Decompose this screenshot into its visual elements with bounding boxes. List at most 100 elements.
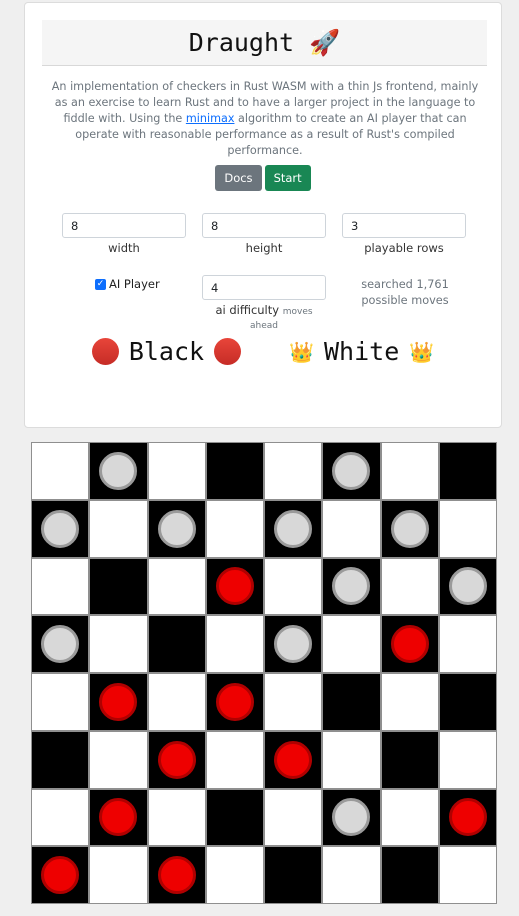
board-cell-r1-c5[interactable] bbox=[322, 499, 381, 558]
board-cell-r2-c6[interactable] bbox=[380, 557, 439, 616]
width-input[interactable] bbox=[62, 213, 186, 238]
red-piece[interactable] bbox=[215, 567, 254, 606]
board-cell-r5-c1[interactable] bbox=[89, 730, 148, 789]
board-cell-r7-c2[interactable] bbox=[147, 846, 206, 904]
red-piece[interactable] bbox=[215, 682, 254, 721]
red-piece[interactable] bbox=[157, 740, 196, 779]
board-cell-r0-c5[interactable] bbox=[322, 442, 381, 500]
board-cell-r0-c0[interactable] bbox=[31, 442, 90, 500]
board-cell-r2-c3[interactable] bbox=[205, 557, 264, 616]
red-piece[interactable] bbox=[390, 625, 429, 664]
board-cell-r0-c1[interactable] bbox=[89, 442, 148, 500]
board-cell-r1-c0[interactable] bbox=[31, 499, 90, 558]
ai-difficulty-input[interactable] bbox=[202, 275, 326, 300]
board-cell-r3-c2[interactable] bbox=[147, 615, 206, 673]
white-piece[interactable] bbox=[157, 509, 196, 548]
board-cell-r3-c1[interactable] bbox=[89, 615, 148, 673]
board-cell-r7-c5[interactable] bbox=[322, 846, 381, 904]
crown-icon: 👑 bbox=[289, 339, 314, 364]
start-button[interactable]: Start bbox=[264, 165, 311, 191]
board-cell-r7-c6[interactable] bbox=[380, 846, 439, 904]
board-cell-r3-c0[interactable] bbox=[31, 615, 90, 673]
board-cell-r4-c3[interactable] bbox=[205, 673, 264, 731]
board-cell-r1-c3[interactable] bbox=[205, 499, 264, 558]
board-cell-r2-c1[interactable] bbox=[89, 557, 148, 616]
board-cell-r6-c2[interactable] bbox=[147, 788, 206, 847]
docs-button[interactable]: Docs bbox=[215, 165, 262, 191]
board-cell-r5-c6[interactable] bbox=[380, 730, 439, 789]
board-cell-r4-c0[interactable] bbox=[31, 673, 90, 731]
checkbox-checked-icon[interactable]: ✓ bbox=[95, 278, 106, 290]
white-piece[interactable] bbox=[332, 798, 371, 837]
board-cell-r7-c0[interactable] bbox=[31, 846, 90, 904]
board-cell-r2-c4[interactable] bbox=[264, 557, 323, 616]
board-cell-r5-c4[interactable] bbox=[264, 730, 323, 789]
board-cell-r7-c7[interactable] bbox=[438, 846, 497, 904]
board-cell-r2-c0[interactable] bbox=[31, 557, 90, 616]
white-piece[interactable] bbox=[390, 509, 429, 548]
board-cell-r4-c5[interactable] bbox=[322, 673, 381, 731]
minimax-link[interactable]: minimax bbox=[186, 112, 235, 125]
board-cell-r7-c3[interactable] bbox=[205, 846, 264, 904]
board-cell-r1-c1[interactable] bbox=[89, 499, 148, 558]
board-cell-r7-c4[interactable] bbox=[264, 846, 323, 904]
board-cell-r0-c7[interactable] bbox=[438, 442, 497, 500]
page-title: Draught 🚀 bbox=[188, 27, 341, 57]
board-cell-r6-c0[interactable] bbox=[31, 788, 90, 847]
board-cell-r7-c1[interactable] bbox=[89, 846, 148, 904]
board-cell-r5-c5[interactable] bbox=[322, 730, 381, 789]
board-cell-r3-c7[interactable] bbox=[438, 615, 497, 673]
playable-rows-label: playable rows bbox=[364, 241, 444, 255]
ai-player-toggle[interactable]: ✓ AI Player bbox=[95, 277, 160, 291]
board-cell-r2-c2[interactable] bbox=[147, 557, 206, 616]
playable-rows-input[interactable] bbox=[342, 213, 466, 238]
board-cell-r5-c7[interactable] bbox=[438, 730, 497, 789]
board-cell-r1-c2[interactable] bbox=[147, 499, 206, 558]
height-input[interactable] bbox=[202, 213, 326, 238]
white-piece[interactable] bbox=[41, 509, 80, 548]
board-cell-r4-c1[interactable] bbox=[89, 673, 148, 731]
button-group: Docs Start bbox=[25, 165, 501, 191]
board-cell-r0-c3[interactable] bbox=[205, 442, 264, 500]
crown-icon: 👑 bbox=[409, 339, 435, 364]
board-cell-r4-c6[interactable] bbox=[380, 673, 439, 731]
board-cell-r0-c2[interactable] bbox=[147, 442, 206, 500]
board-cell-r1-c4[interactable] bbox=[264, 499, 323, 558]
white-piece[interactable] bbox=[332, 567, 371, 606]
board-cell-r0-c6[interactable] bbox=[380, 442, 439, 500]
red-piece[interactable] bbox=[274, 740, 313, 779]
board-cell-r3-c6[interactable] bbox=[380, 615, 439, 673]
board-cell-r6-c1[interactable] bbox=[89, 788, 148, 847]
board-cell-r6-c6[interactable] bbox=[380, 788, 439, 847]
red-piece[interactable] bbox=[41, 856, 80, 895]
board-cell-r2-c5[interactable] bbox=[322, 557, 381, 616]
board-cell-r6-c7[interactable] bbox=[438, 788, 497, 847]
board-cell-r2-c7[interactable] bbox=[438, 557, 497, 616]
white-piece[interactable] bbox=[332, 451, 371, 490]
board-cell-r3-c5[interactable] bbox=[322, 615, 381, 673]
red-circle-icon bbox=[214, 338, 242, 365]
red-piece[interactable] bbox=[99, 682, 138, 721]
board-cell-r4-c7[interactable] bbox=[438, 673, 497, 731]
board-cell-r5-c0[interactable] bbox=[31, 730, 90, 789]
board-cell-r1-c6[interactable] bbox=[380, 499, 439, 558]
board-cell-r4-c2[interactable] bbox=[147, 673, 206, 731]
board-cell-r0-c4[interactable] bbox=[264, 442, 323, 500]
board-cell-r5-c3[interactable] bbox=[205, 730, 264, 789]
board-cell-r1-c7[interactable] bbox=[438, 499, 497, 558]
white-piece[interactable] bbox=[274, 625, 313, 664]
board-cell-r3-c4[interactable] bbox=[264, 615, 323, 673]
board-cell-r6-c4[interactable] bbox=[264, 788, 323, 847]
red-piece[interactable] bbox=[157, 856, 196, 895]
board-cell-r6-c5[interactable] bbox=[322, 788, 381, 847]
red-piece[interactable] bbox=[448, 798, 487, 837]
board-cell-r4-c4[interactable] bbox=[264, 673, 323, 731]
white-piece[interactable] bbox=[99, 451, 138, 490]
board-cell-r5-c2[interactable] bbox=[147, 730, 206, 789]
white-piece[interactable] bbox=[274, 509, 313, 548]
board-cell-r3-c3[interactable] bbox=[205, 615, 264, 673]
board-cell-r6-c3[interactable] bbox=[205, 788, 264, 847]
white-piece[interactable] bbox=[448, 567, 487, 606]
white-piece[interactable] bbox=[41, 625, 80, 664]
red-piece[interactable] bbox=[99, 798, 138, 837]
